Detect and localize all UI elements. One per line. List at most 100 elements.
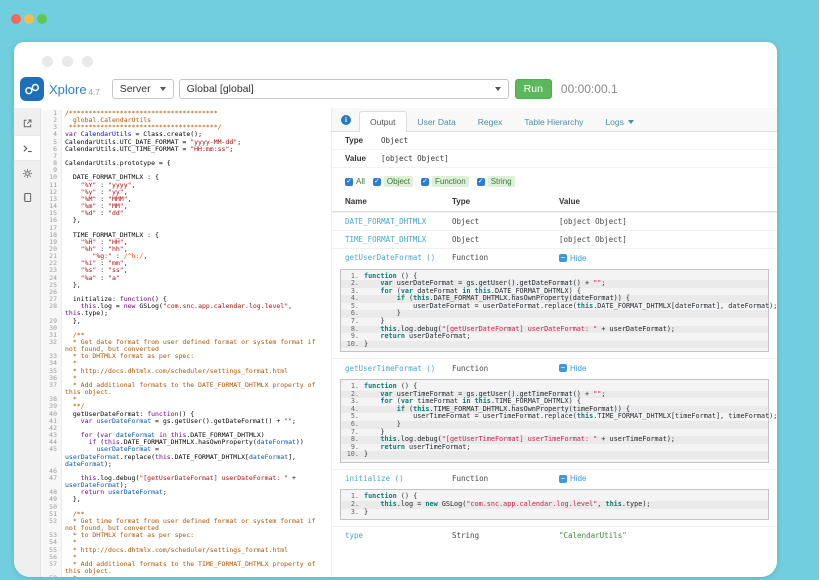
editor-line: 45 userDateFormat = userDateFormat.repla… (41, 446, 331, 467)
filter-function[interactable]: ✓Function (421, 176, 469, 187)
line-number: 4 (41, 131, 62, 138)
property-name-link[interactable]: getUserDateFormat () (345, 253, 435, 262)
output-body: Type Object Value [object Object] ✓All✓O… (332, 132, 777, 577)
editor-line: 24 "%a" : "a" (41, 275, 331, 282)
property-name-link[interactable]: TIME_FORMAT_DHTMLX (345, 235, 426, 244)
editor-line: 49 }, (41, 496, 331, 503)
property-name-link[interactable]: type (345, 531, 363, 540)
app-name: Xplore (49, 82, 87, 97)
editor-line: 53 * to DHTMLX format as per spec: (41, 532, 331, 539)
line-number: 7 (41, 153, 62, 160)
sidebar-item-docs[interactable] (14, 185, 40, 209)
editor-line: 16 }, (41, 217, 331, 224)
cell-type: Object (452, 217, 559, 226)
hide-toggle-link[interactable]: −Hide (559, 364, 586, 373)
collapse-minus-icon[interactable]: − (559, 364, 567, 372)
results-table-header: Name Type Value (332, 192, 777, 212)
editor-line: 8CalendarUtils.prototype = { (41, 160, 331, 167)
line-number: 1 (41, 110, 62, 117)
result-type-row: Type Object (332, 132, 777, 150)
left-icon-sidebar (14, 108, 41, 577)
table-row-time-format-dhtmlx: TIME_FORMAT_DHTMLXObject[object Object] (332, 230, 777, 248)
run-button[interactable]: Run (515, 79, 552, 99)
property-name-link[interactable]: DATE_FORMAT_DHTMLX (345, 217, 426, 226)
tab-user-data[interactable]: User Data (407, 111, 467, 132)
line-number: 45 (41, 446, 62, 467)
traffic-light-close[interactable] (11, 14, 21, 24)
property-name-link[interactable]: initialize () (345, 474, 404, 483)
execution-timer: 00:00:00.1 (561, 82, 618, 96)
gear-icon (22, 168, 33, 179)
hide-toggle-link[interactable]: −Hide (559, 474, 586, 483)
editor-line: 29 }, (41, 318, 331, 325)
property-name-link[interactable]: getUserTimeFormat () (345, 364, 435, 373)
editor-line: 6CalendarUtils.UTC_TIME_FORMAT = "HH:mm:… (41, 146, 331, 153)
info-icon[interactable]: i (341, 115, 351, 125)
table-row-getuserdateformat: getUserDateFormat () Function−Hide (332, 248, 777, 267)
function-source-block: 1.function () {2. var userTimeFormat = g… (340, 379, 769, 463)
window-dot (82, 56, 93, 67)
scope-combobox[interactable]: Global [global] (179, 79, 509, 99)
line-number: 2 (41, 117, 62, 124)
line-number: 52 (41, 518, 62, 532)
sidebar-item-open-in-new[interactable] (14, 111, 40, 135)
tab-output[interactable]: Output (359, 111, 407, 132)
checkbox-checked-icon[interactable]: ✓ (477, 178, 485, 186)
checkbox-checked-icon[interactable]: ✓ (345, 178, 353, 186)
function-source-block: 1.function () {2. this.log = new GSLog("… (340, 489, 769, 520)
app-version: 4.7 (89, 88, 100, 97)
tab-logs[interactable]: Logs (594, 111, 644, 132)
table-row-initialize: initialize ()Function−Hide (332, 469, 777, 488)
target-select[interactable]: Server (112, 79, 174, 99)
collapse-minus-icon[interactable]: − (559, 475, 567, 483)
header-value: Value (559, 197, 764, 206)
xplore-toolbar: Xplore 4.7 Server Global [global] Run 00… (14, 74, 777, 108)
line-number: 28 (41, 303, 62, 317)
line-number: 10. (345, 451, 364, 459)
window-chrome (14, 42, 777, 74)
line-number: 8 (41, 160, 62, 167)
type-filter-bar: ✓All ✓Object ✓Function ✓String (332, 168, 777, 192)
filter-object[interactable]: ✓Object (373, 176, 413, 187)
line-number: 58 (41, 575, 62, 577)
hide-toggle-link[interactable]: −Hide (559, 254, 586, 263)
tab-table-hierarchy[interactable]: Table Hierarchy (513, 111, 594, 132)
checkbox-checked-icon[interactable]: ✓ (373, 178, 381, 186)
chevron-down-icon (160, 87, 166, 91)
tab-regex[interactable]: Regex (467, 111, 514, 132)
code-editor[interactable]: 1/**************************************… (41, 108, 331, 577)
editor-line: 35 * http://docs.dhtmlx.com/scheduler/se… (41, 368, 331, 375)
editor-line: 52 * Get time format from user defined f… (41, 518, 331, 532)
editor-line: 28 this.log = new GSLog("com.snc.app.cal… (41, 303, 331, 317)
target-select-value: Server (120, 83, 151, 95)
cell-type: Function (452, 253, 559, 262)
chevron-down-icon (628, 120, 634, 124)
line-number: 6 (41, 146, 62, 153)
line-number: 32 (41, 339, 62, 353)
traffic-light-minimize[interactable] (24, 14, 34, 24)
terminal-icon (22, 143, 33, 154)
sidebar-item-settings[interactable] (14, 161, 40, 185)
function-source-block: 1.function () {2. var userDateFormat = g… (340, 269, 769, 353)
collapse-minus-icon[interactable]: − (559, 254, 567, 262)
line-number: 37 (41, 382, 62, 396)
line-number: 10. (345, 341, 364, 349)
cell-type: Object (452, 235, 559, 244)
scope-value: Global [global] (187, 83, 254, 95)
type-value: Object (381, 136, 408, 145)
type-label: Type (345, 136, 381, 145)
chevron-down-icon (495, 87, 501, 91)
browser-window: Xplore 4.7 Server Global [global] Run 00… (14, 42, 777, 577)
editor-line: 37 * Add additional formats to the DATE_… (41, 382, 331, 396)
value-value: [object Object] (381, 154, 449, 163)
sidebar-item-script-runner[interactable] (14, 135, 40, 161)
filter-string[interactable]: ✓String (477, 176, 515, 187)
filter-all[interactable]: ✓All (345, 177, 365, 186)
docs-book-icon (22, 192, 33, 203)
line-number: 57 (41, 561, 62, 575)
checkbox-checked-icon[interactable]: ✓ (421, 178, 429, 186)
traffic-light-zoom[interactable] (37, 14, 47, 24)
line-number: 3. (345, 509, 364, 517)
editor-line: 41 var userDateFormat = gs.getUser().get… (41, 418, 331, 425)
editor-line: 25 }, (41, 282, 331, 289)
